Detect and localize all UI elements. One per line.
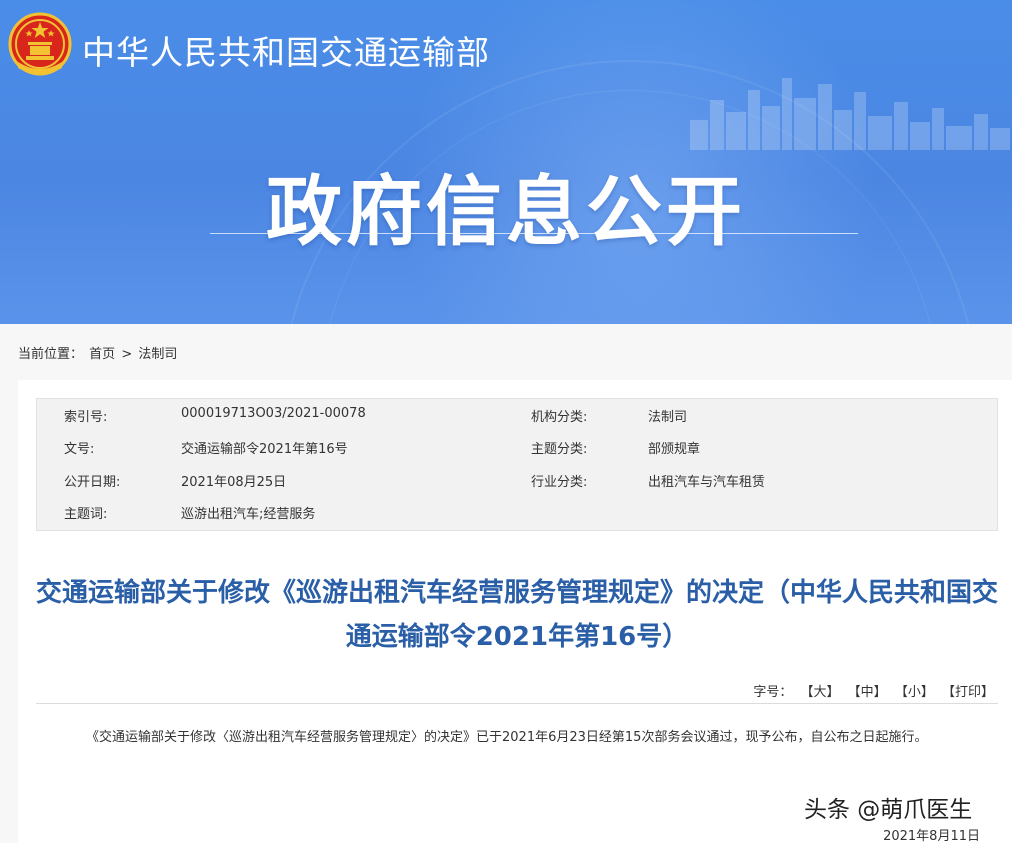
topic-label: 主题分类: [531,442,588,457]
org-value: 法制司 [648,410,688,425]
meta-row: 主题词: 巡游出租汽车;经营服务 [37,503,999,525]
ministry-name: 中华人民共和国交通运输部 [82,33,490,72]
title-underline [210,233,858,234]
font-small-button[interactable]: 【小】 [895,685,934,700]
document-body: 《交通运输部关于修改〈巡游出租汽车经营服务管理规定〉的决定》已于2021年6月2… [86,730,928,745]
breadcrumb: 当前位置： 首页 > 法制司 [18,343,179,362]
date-label: 公开日期: [64,475,121,490]
print-button[interactable]: 【打印】 [942,685,994,700]
meta-row: 公开日期: 2021年08月25日 行业分类: 出租汽车与汽车租赁 [37,471,999,493]
topic-value: 部颁规章 [648,442,701,457]
watermark-text: 头条 @萌爪医生 [804,797,973,823]
header-banner: 中华人民共和国交通运输部 政府信息公开 [0,0,1012,324]
document-date: 2021年8月11日 [883,829,980,843]
document-metadata-table: 索引号: 000019713O03/2021-00078 机构分类: 法制司 文… [36,398,998,531]
index-value: 000019713O03/2021-00078 [181,406,366,421]
industry-label: 行业分类: [531,475,588,490]
content-divider [36,703,998,704]
section-title: 政府信息公开 [266,167,746,256]
breadcrumb-current-link[interactable]: 法制司 [138,347,177,362]
breadcrumb-separator: > [121,347,133,362]
industry-value: 出租汽车与汽车租赁 [648,475,766,490]
docno-label: 文号: [64,442,95,457]
date-value: 2021年08月25日 [181,475,287,490]
docno-value: 交通运输部令2021年第16号 [181,442,348,457]
font-size-controls: 字号： 【大】 【中】 【小】 【打印】 [749,681,994,700]
city-skyline-icon [690,78,1010,150]
keyword-label: 主题词: [64,507,108,522]
font-large-button[interactable]: 【大】 [801,685,840,700]
org-label: 机构分类: [531,410,588,425]
index-label: 索引号: [64,410,108,425]
keyword-value: 巡游出租汽车;经营服务 [181,507,316,522]
national-emblem-icon [8,12,72,76]
meta-row: 文号: 交通运输部令2021年第16号 主题分类: 部颁规章 [37,438,999,460]
breadcrumb-label: 当前位置： [18,347,84,362]
breadcrumb-home-link[interactable]: 首页 [89,347,115,362]
font-medium-button[interactable]: 【中】 [848,685,887,700]
font-size-label: 字号： [753,685,793,700]
meta-row: 索引号: 000019713O03/2021-00078 机构分类: 法制司 [37,406,999,428]
document-title: 交通运输部关于修改《巡游出租汽车经营服务管理规定》的决定（中华人民共和国交通运输… [36,578,999,652]
